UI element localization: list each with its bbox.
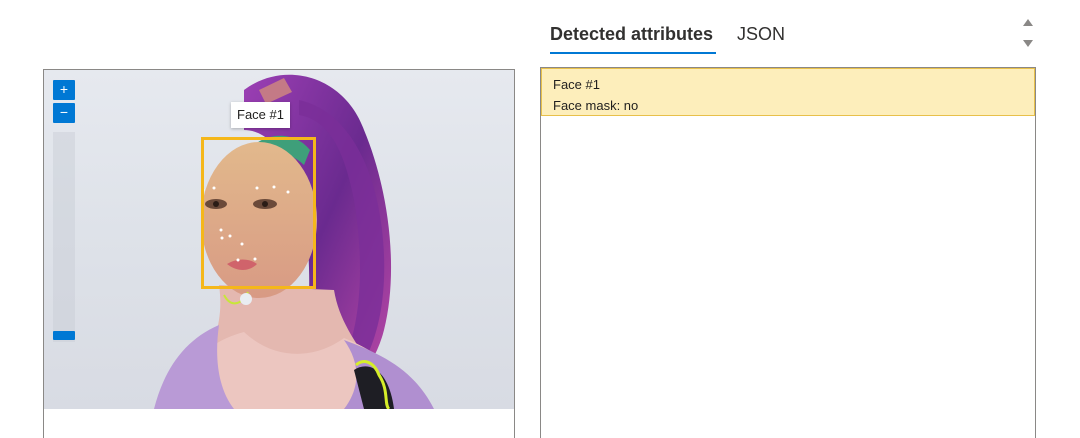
zoom-in-button[interactable]: + (53, 80, 75, 100)
tab-label: Detected attributes (550, 24, 714, 44)
detected-attributes-panel: Face #1 Face mask: no (540, 67, 1036, 438)
result-list-item[interactable]: Face #1 Face mask: no (541, 68, 1035, 116)
result-face-mask-attribute: Face mask: no (553, 98, 639, 113)
active-tab-indicator (550, 52, 717, 54)
zoom-slider-handle[interactable] (53, 331, 75, 340)
scroll-up-icon[interactable] (1023, 19, 1033, 26)
scroll-down-icon[interactable] (1023, 40, 1033, 47)
face-bounding-box[interactable] (201, 137, 316, 289)
tab-label: JSON (737, 24, 786, 44)
zoom-slider-track[interactable] (53, 132, 75, 342)
tab-scroll-controls (1021, 16, 1035, 52)
zoom-out-button[interactable]: − (53, 103, 75, 123)
tab-json[interactable]: JSON (737, 18, 785, 54)
face-label-tooltip: Face #1 (231, 102, 290, 128)
image-viewer-panel: + − Face #1 (43, 69, 515, 438)
result-face-title: Face #1 (553, 77, 600, 92)
tab-detected-attributes[interactable]: Detected attributes (550, 18, 717, 54)
analyzed-photo: + − Face #1 (44, 70, 514, 409)
